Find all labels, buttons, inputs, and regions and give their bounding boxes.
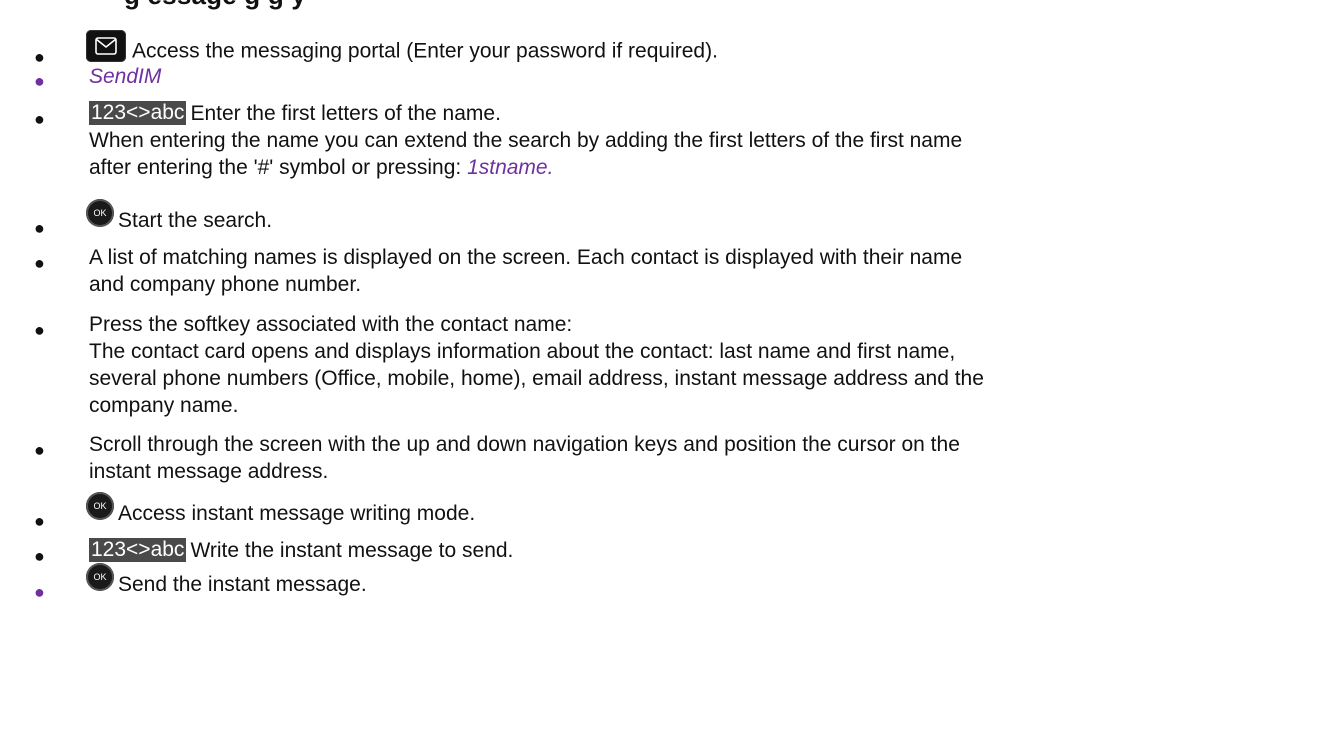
bullet-marker: ● [34, 546, 45, 566]
step-text: Scroll through the screen with the up an… [89, 433, 960, 456]
bullet-marker: ● [34, 511, 45, 531]
bullet-marker: ● [34, 218, 45, 238]
step-line: OK Start the search. [86, 199, 273, 235]
step-text: Write the instant message to send. [190, 539, 514, 562]
keyboard-badge: 123<>abc [89, 101, 187, 125]
ok-key-icon: OK [86, 563, 114, 592]
bullet-marker: ● [34, 440, 45, 460]
step-text: Send the instant message. [118, 573, 367, 596]
bullet-marker: ● [34, 71, 45, 91]
step-text: company name. [89, 394, 239, 417]
bullet-marker: ● [34, 582, 45, 602]
step-line: Scroll through the screen with the up an… [89, 431, 960, 485]
step-line: OK Access instant message writing mode. [86, 492, 476, 528]
step-line: A list of matching names is displayed on… [89, 244, 962, 298]
envelope-key-icon [86, 30, 126, 62]
step-text: A list of matching names is displayed on… [89, 246, 963, 269]
bullet-marker: ● [34, 109, 45, 129]
section-heading-clipped: g essage g g y [124, 0, 306, 11]
step-line: Access the messaging portal (Enter your … [86, 30, 718, 68]
step-line: 123<>abc Enter the first letters of the n… [89, 100, 962, 181]
step-line: Press the softkey associated with the co… [89, 311, 984, 419]
step-text: Access the messaging portal (Enter your … [132, 39, 718, 63]
step-line: OK Send the instant message. [86, 563, 367, 599]
step-text: Start the search. [118, 209, 273, 232]
step-text: several phone numbers (Office, mobile, h… [89, 367, 984, 390]
step-text: and company phone number. [89, 273, 362, 296]
ok-key-icon: OK [86, 492, 114, 521]
bullet-marker: ● [34, 253, 45, 273]
step-text: The contact card opens and displays info… [89, 340, 956, 363]
step-text: Access instant message writing mode. [118, 502, 476, 525]
step-text: Press the softkey associated with the co… [89, 313, 573, 336]
step-subtext: When entering the name you can extend th… [89, 129, 963, 152]
bullet-marker: ● [34, 320, 45, 340]
step-text: instant message address. [89, 460, 329, 483]
ok-key-icon: OK [86, 199, 114, 228]
softkey-label-sendim: SendIM [89, 65, 162, 88]
softkey-label-1stname: 1stname. [467, 156, 554, 179]
keyboard-badge: 123<>abc [89, 538, 187, 562]
step-subtext-part: after entering the '#' symbol or pressin… [89, 156, 462, 179]
step-line: 123<>abc Write the instant message to sen… [89, 537, 513, 564]
step-subtext: after entering the '#' symbol or pressin… [89, 154, 962, 181]
step-text: Enter the first letters of the name. [190, 102, 501, 125]
bullet-marker: ● [34, 47, 45, 67]
